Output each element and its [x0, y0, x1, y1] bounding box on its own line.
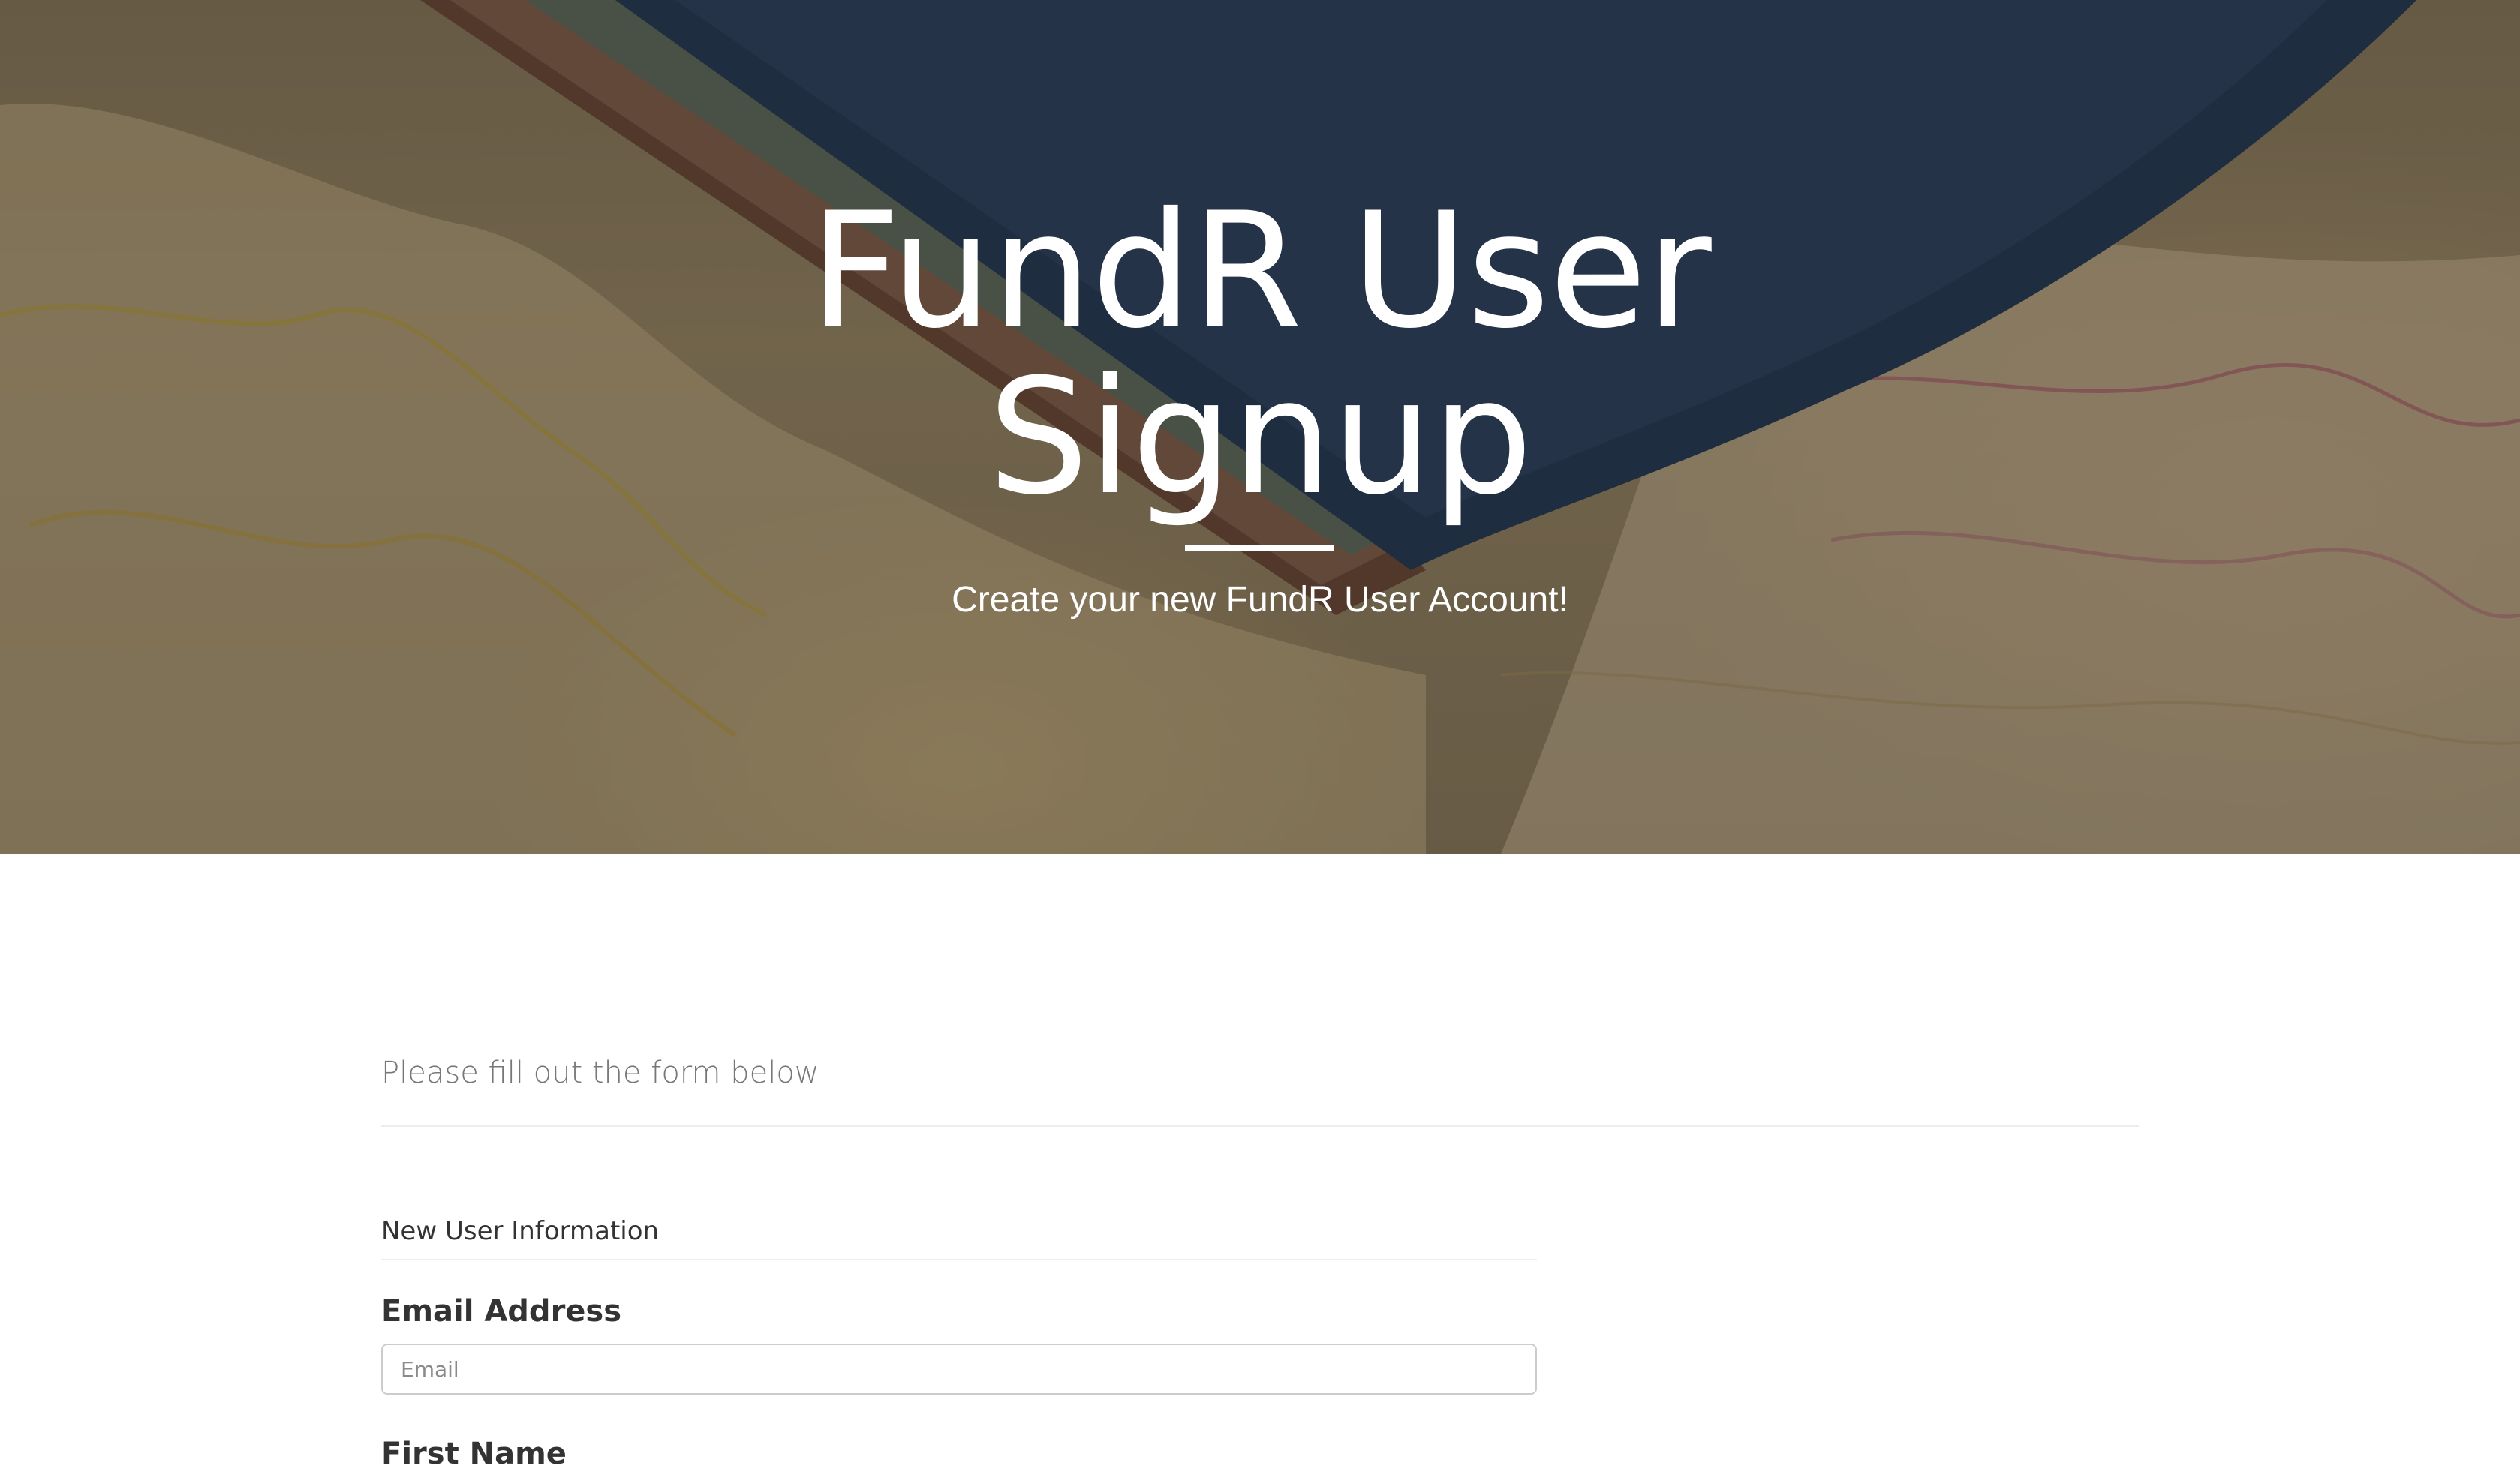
page-subtitle: Create your new FundR User Account! — [952, 580, 1568, 620]
form-intro-text: Please fill out the form below — [381, 1056, 819, 1090]
section-divider — [381, 1259, 1537, 1260]
hero-banner: FundR User Signup Create your new FundR … — [0, 0, 2520, 854]
page-title: FundR User Signup — [0, 188, 2520, 521]
page-title-line-2: Signup — [988, 344, 1532, 530]
email-field[interactable] — [381, 1344, 1537, 1395]
email-label: Email Address — [381, 1294, 622, 1329]
intro-divider — [381, 1125, 2139, 1127]
first-name-label: First Name — [381, 1437, 567, 1471]
title-underline — [1185, 545, 1334, 551]
page-title-line-1: FundR User — [809, 178, 1712, 363]
section-title-new-user-information: New User Information — [381, 1216, 660, 1246]
